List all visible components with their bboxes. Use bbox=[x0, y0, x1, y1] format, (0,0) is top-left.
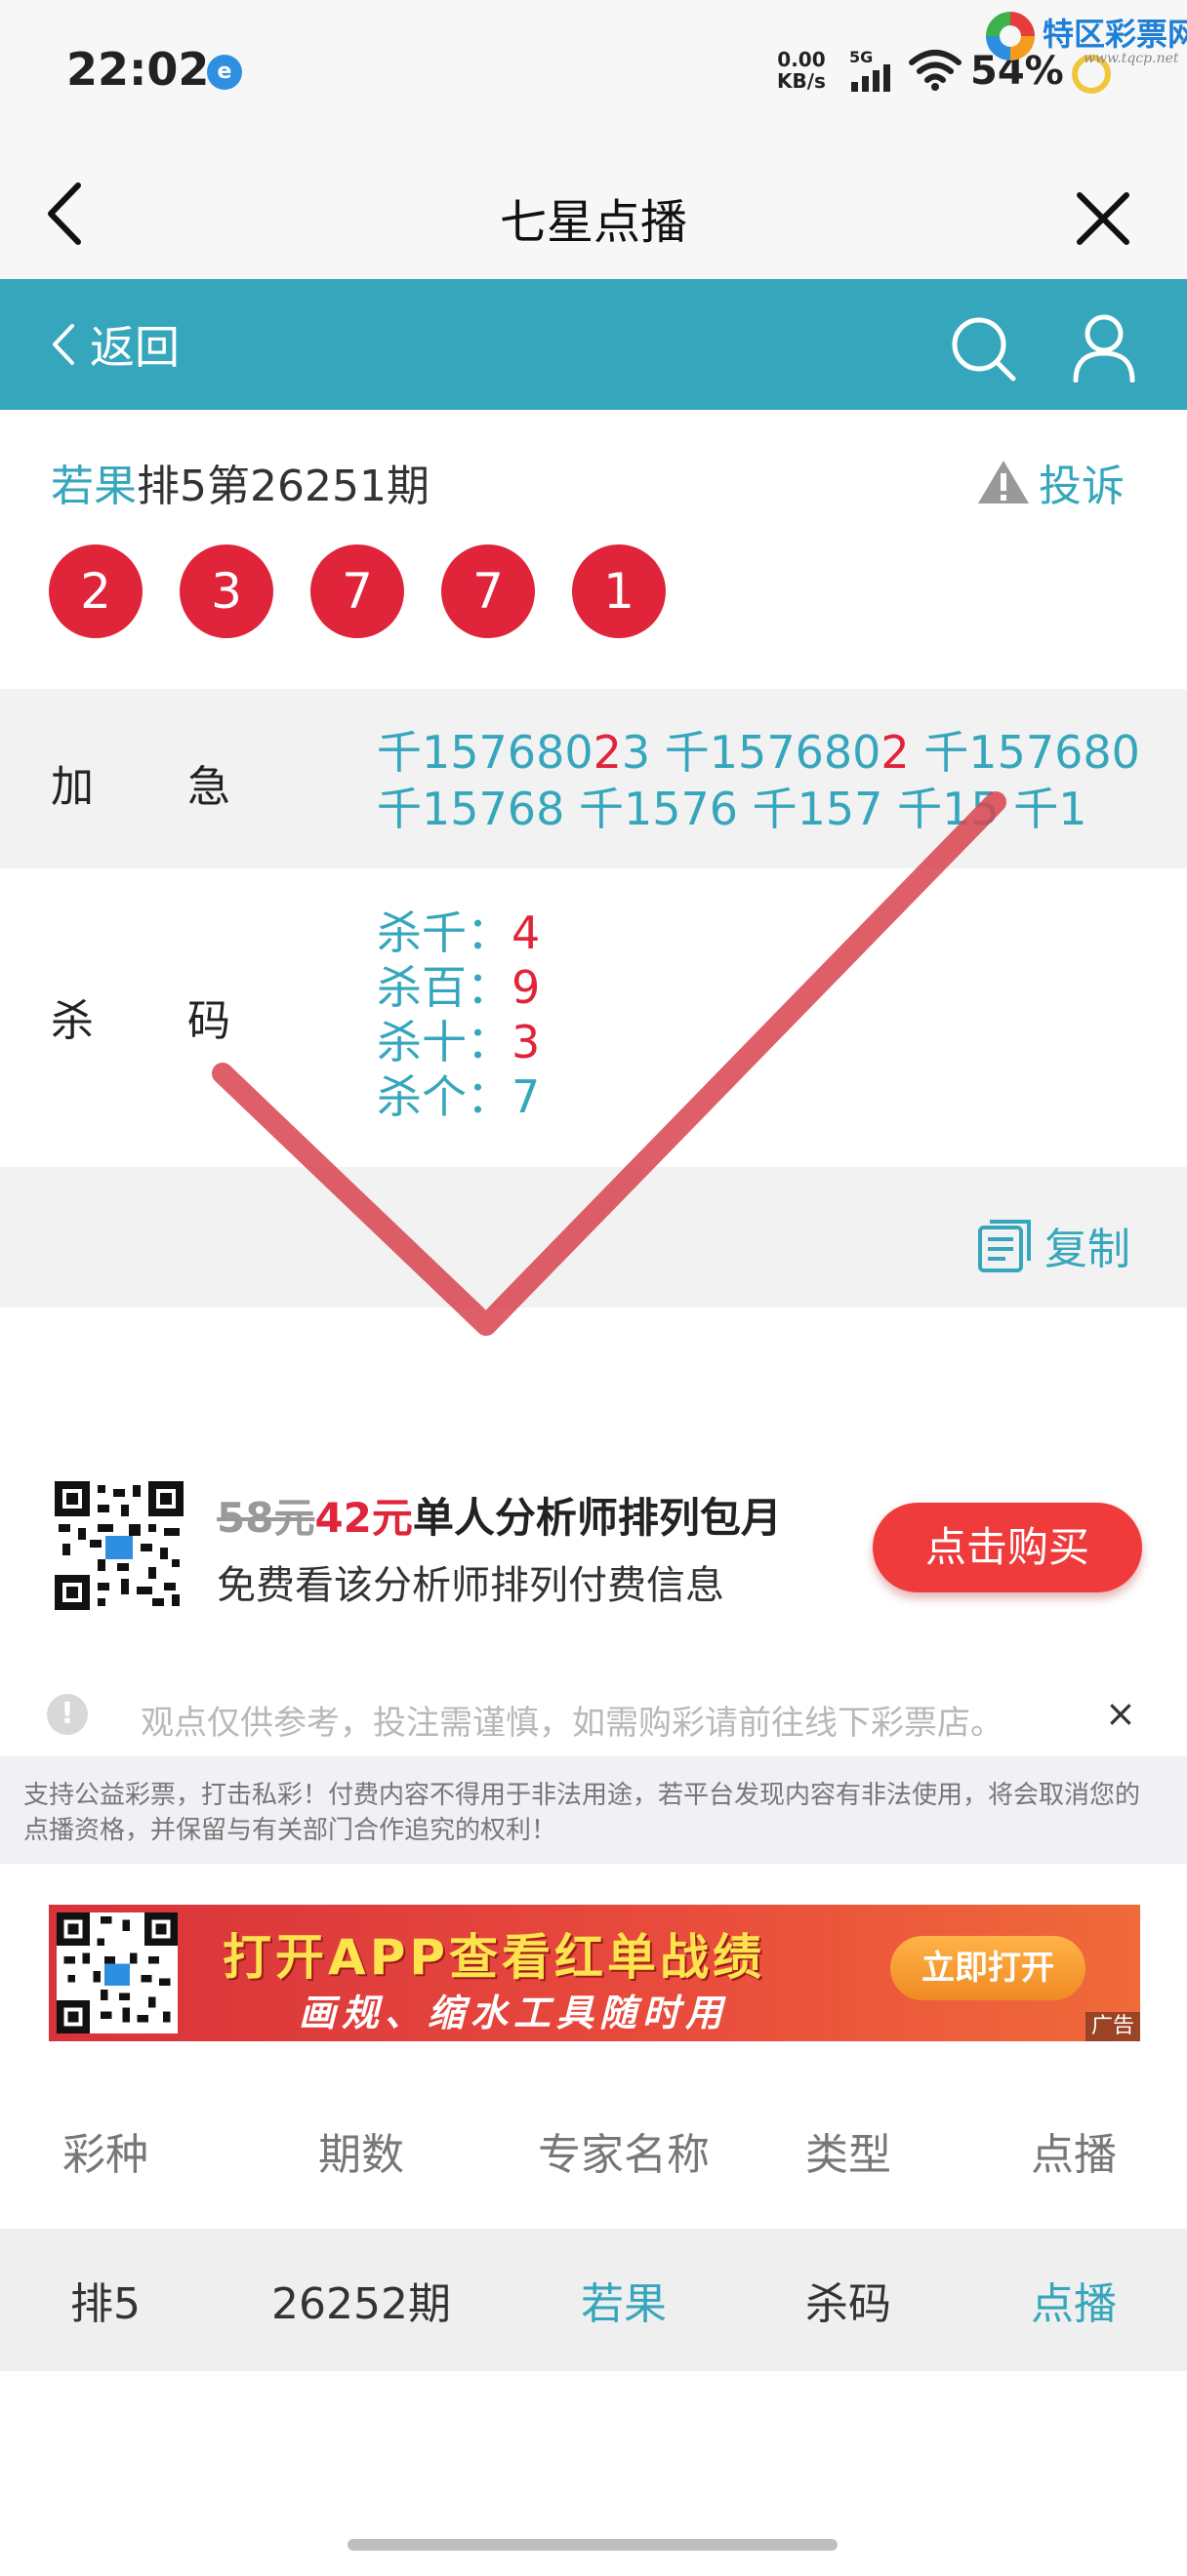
warning-icon bbox=[978, 461, 1029, 503]
lottery-cell: 排5 bbox=[70, 2279, 141, 2329]
jiaji-label: 加急 bbox=[51, 762, 324, 812]
table-header-cell: 点播 bbox=[1031, 2130, 1117, 2180]
jiaji-content: 千15768023 千1576802 千157680 千15768 千1576 … bbox=[377, 724, 1158, 837]
type-cell: 杀码 bbox=[805, 2279, 891, 2329]
home-indicator[interactable] bbox=[348, 2539, 838, 2551]
app-banner-ad[interactable]: 打开APP查看红单战绩 画规、缩水工具随时用 立即打开 广告 bbox=[49, 1905, 1140, 2041]
chevron-left-icon bbox=[53, 324, 74, 365]
period-cell: 26252期 bbox=[271, 2279, 451, 2329]
notice-bar: ! 观点仅供参考，投注需谨慎，如需购彩请前往线下彩票店。 × bbox=[0, 1676, 1187, 1754]
result-ball: 3 bbox=[180, 544, 273, 638]
status-bar: 22:02 e 0.00 KB/s 5G 54% 特区彩票网 www.tqcp.… bbox=[0, 0, 1187, 146]
copy-button[interactable]: 复制 bbox=[976, 1214, 1130, 1276]
kill-list: 杀千：4 杀百：9 杀十：3 杀个：7 bbox=[377, 906, 540, 1124]
promo-title-text: 单人分析师排列包月 bbox=[412, 1494, 782, 1542]
net-speed: 0.00 KB/s bbox=[777, 48, 826, 93]
jiaji-line-1: 千15768023 千1576802 千157680 bbox=[377, 724, 1158, 781]
svg-text:5G: 5G bbox=[849, 49, 873, 66]
promo-old-price: 58元 bbox=[217, 1494, 315, 1542]
banner-open-button[interactable]: 立即打开 bbox=[890, 1936, 1085, 2000]
page-title: 七星点播 bbox=[499, 195, 687, 250]
table-row: 排5 26252期 若果 杀码 点播 bbox=[0, 2229, 1187, 2371]
kill-item: 杀千：4 bbox=[377, 906, 541, 959]
status-time: 22:02 bbox=[66, 43, 210, 96]
promo-subtitle: 免费看该分析师排列付费信息 bbox=[217, 1563, 724, 1608]
jiaji-segment: 千157680 bbox=[650, 726, 881, 779]
wifi-icon bbox=[909, 50, 962, 91]
banner-main-text: 打开APP查看红单战绩 bbox=[223, 1929, 765, 1986]
jiaji-segment: 千157680 bbox=[377, 726, 594, 779]
buy-button[interactable]: 点击购买 bbox=[873, 1503, 1142, 1592]
notice-close-icon[interactable]: × bbox=[1105, 1692, 1136, 1735]
table-header: 彩种 期数 专家名称 类型 点播 bbox=[0, 2074, 1187, 2227]
watermark: 特区彩票网 www.tqcp.net bbox=[986, 8, 1187, 66]
result-ball: 7 bbox=[310, 544, 404, 638]
back-label: 返回 bbox=[90, 321, 180, 374]
close-icon[interactable] bbox=[1074, 189, 1132, 248]
info-icon: ! bbox=[47, 1694, 88, 1735]
kill-item: 杀个：7 bbox=[377, 1070, 541, 1123]
result-ball: 7 bbox=[441, 544, 535, 638]
copy-row: 复制 bbox=[0, 1167, 1187, 1308]
jiaji-segment: 千157680 bbox=[909, 726, 1140, 779]
title-bar: 七星点播 bbox=[0, 146, 1187, 279]
table-header-cell: 类型 bbox=[805, 2130, 891, 2180]
jiaji-line-2: 千15768 千1576 千157 千15 千1 bbox=[377, 783, 1087, 835]
search-icon[interactable] bbox=[949, 314, 1019, 384]
nav-bar: 返回 bbox=[0, 279, 1187, 410]
highlight-digit: 2 bbox=[880, 726, 910, 779]
highlight-digit: 2 bbox=[593, 726, 622, 779]
banner-sub-text: 画规、缩水工具随时用 bbox=[299, 1992, 729, 2034]
issue-heading: 若果排5第26251期 bbox=[51, 451, 430, 513]
expert-name[interactable]: 若果 bbox=[51, 462, 137, 511]
app-notification-icon: e bbox=[207, 55, 242, 90]
table-header-cell: 期数 bbox=[318, 2130, 404, 2180]
watermark-url: www.tqcp.net bbox=[1084, 51, 1179, 66]
promo-new-price: 42元 bbox=[314, 1494, 413, 1542]
watermark-logo-icon bbox=[986, 12, 1035, 60]
back-button[interactable]: 返回 bbox=[51, 320, 180, 374]
promo-qr-code bbox=[55, 1481, 184, 1610]
signal-icon: 5G bbox=[849, 49, 890, 92]
user-icon[interactable] bbox=[1070, 312, 1138, 382]
expert-link[interactable]: 若果 bbox=[512, 2229, 736, 2371]
banner-qr-code bbox=[57, 1912, 178, 2033]
result-ball: 2 bbox=[49, 544, 143, 638]
complain-button[interactable]: 投诉 bbox=[976, 451, 1125, 513]
jiaji-segment: 3 bbox=[621, 726, 651, 779]
disclaimer: 支持公益彩票，打击私彩！付费内容不得用于非法用途，若平台发现内容有非法使用，将会… bbox=[0, 1756, 1187, 1864]
order-link[interactable]: 点播 bbox=[961, 2229, 1187, 2371]
table-header-cell: 专家名称 bbox=[538, 2130, 710, 2180]
table-header-cell: 彩种 bbox=[62, 2130, 148, 2180]
shama-row: 杀码 杀千：4 杀百：9 杀十：3 杀个：7 bbox=[0, 868, 1187, 1167]
copy-icon bbox=[978, 1220, 1031, 1272]
watermark-name: 特区彩票网 bbox=[1043, 16, 1187, 53]
jiaji-row: 加急 千15768023 千1576802 千157680 千15768 千15… bbox=[0, 689, 1187, 868]
ad-tag: 广告 bbox=[1085, 2012, 1140, 2041]
kill-item: 杀百：9 bbox=[377, 961, 541, 1014]
complain-label: 投诉 bbox=[1039, 462, 1125, 511]
notice-text: 观点仅供参考，投注需谨慎，如需购彩请前往线下彩票店。 bbox=[141, 1704, 1003, 1743]
result-balls: 2 3 7 7 1 bbox=[49, 544, 703, 638]
shama-label: 杀码 bbox=[51, 996, 324, 1046]
copy-label: 复制 bbox=[1044, 1225, 1130, 1274]
result-ball: 1 bbox=[572, 544, 666, 638]
kill-item: 杀十：3 bbox=[377, 1016, 541, 1068]
promo-title: 58元42元单人分析师排列包月 bbox=[217, 1485, 782, 1545]
issue-number: 排5第26251期 bbox=[137, 462, 430, 511]
